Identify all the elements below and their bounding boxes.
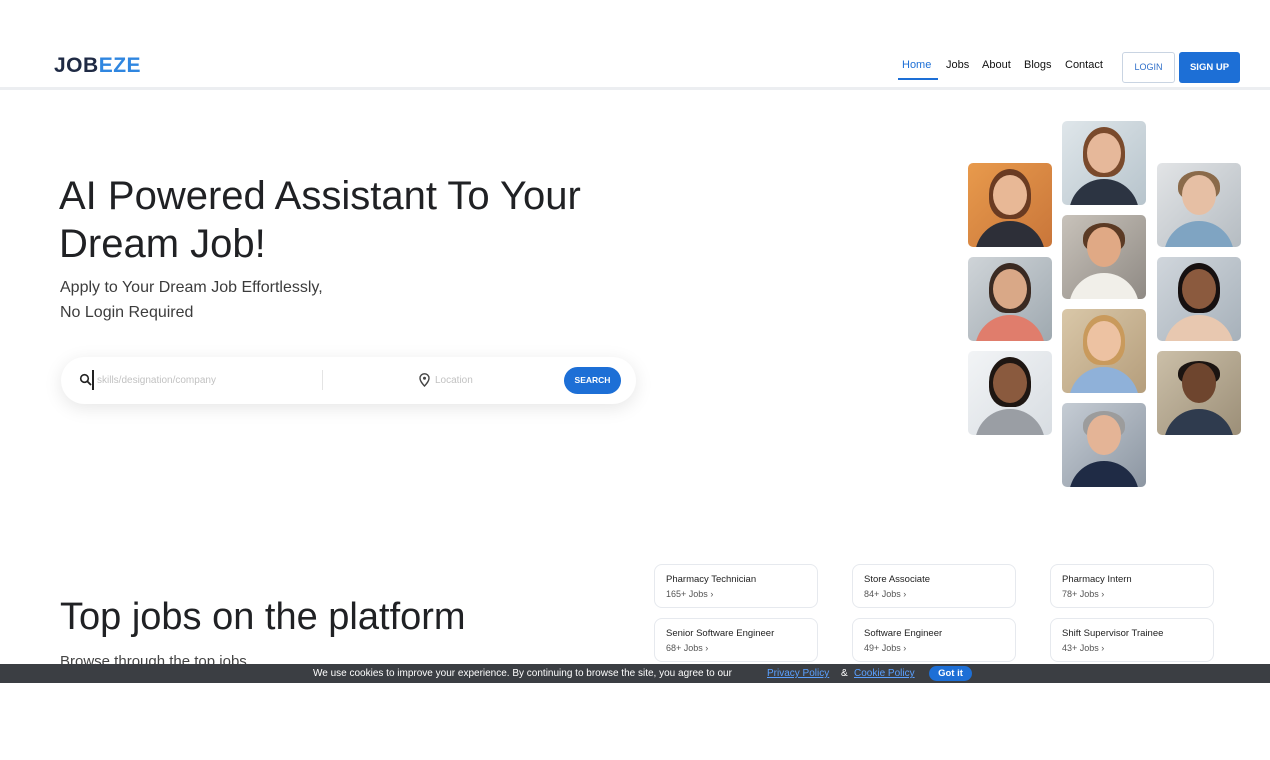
job-card[interactable]: Shift Supervisor Trainee 43+ Jobs › xyxy=(1050,618,1214,662)
job-card-title: Pharmacy Intern xyxy=(1062,574,1132,585)
search-button[interactable]: SEARCH xyxy=(564,367,621,394)
portrait-photo xyxy=(1062,121,1146,205)
job-card-title: Software Engineer xyxy=(864,628,943,639)
hero-title-line1: AI Powered Assistant To Your xyxy=(59,174,581,218)
job-card-count: 43+ Jobs › xyxy=(1062,643,1105,653)
privacy-policy-link[interactable]: Privacy Policy xyxy=(767,668,829,679)
cookie-policy-link[interactable]: Cookie Policy xyxy=(854,668,915,679)
job-card-count: 68+ Jobs › xyxy=(666,643,709,653)
chevron-right-icon: › xyxy=(710,589,714,599)
job-card[interactable]: Store Associate 84+ Jobs › xyxy=(852,564,1016,608)
nav-jobs[interactable]: Jobs xyxy=(946,59,969,71)
portrait-photo xyxy=(968,257,1052,341)
cookie-accept-button[interactable]: Got it xyxy=(929,666,972,681)
chevron-right-icon: › xyxy=(1101,589,1105,599)
signup-button[interactable]: SIGN UP xyxy=(1179,52,1240,83)
portrait-photo xyxy=(1157,163,1241,247)
job-card-count: 84+ Jobs › xyxy=(864,589,907,599)
chevron-right-icon: › xyxy=(705,643,709,653)
nav-home[interactable]: Home xyxy=(902,59,931,71)
search-divider xyxy=(322,370,323,390)
portrait-photo xyxy=(968,163,1052,247)
keyword-search-input[interactable] xyxy=(92,370,312,390)
job-card[interactable]: Pharmacy Intern 78+ Jobs › xyxy=(1050,564,1214,608)
job-card-count: 165+ Jobs › xyxy=(666,589,714,599)
top-jobs-title: Top jobs on the platform xyxy=(60,596,466,638)
nav-about[interactable]: About xyxy=(982,59,1011,71)
hero-title: AI Powered Assistant To Your Dream Job! xyxy=(59,172,619,268)
location-pin-icon xyxy=(419,373,430,387)
logo[interactable]: JOBEZE xyxy=(54,54,141,78)
hero-subtitle-line2: No Login Required xyxy=(60,304,194,321)
nav-blogs[interactable]: Blogs xyxy=(1024,59,1052,71)
logo-text-part2: EZE xyxy=(98,54,142,77)
portrait-photo xyxy=(1062,215,1146,299)
hero-subtitle-line1: Apply to Your Dream Job Effortlessly, xyxy=(60,279,323,296)
job-search-bar: SEARCH xyxy=(61,357,636,404)
portrait-photo xyxy=(1157,351,1241,435)
portrait-photo xyxy=(968,351,1052,435)
job-card-count: 49+ Jobs › xyxy=(864,643,907,653)
logo-text-part1: JOB xyxy=(54,54,99,77)
job-card[interactable]: Software Engineer 49+ Jobs › xyxy=(852,618,1016,662)
nav-active-indicator xyxy=(898,78,938,80)
job-card-title: Pharmacy Technician xyxy=(666,574,757,585)
search-icon xyxy=(79,373,92,386)
hero-subtitle: Apply to Your Dream Job Effortlessly, No… xyxy=(60,275,323,325)
chevron-right-icon: › xyxy=(903,589,907,599)
cookie-message: We use cookies to improve your experienc… xyxy=(313,668,732,679)
cookie-separator: & xyxy=(841,668,848,679)
job-card[interactable]: Pharmacy Technician 165+ Jobs › xyxy=(654,564,818,608)
portrait-photo xyxy=(1062,403,1146,487)
portrait-photo xyxy=(1062,309,1146,393)
login-button[interactable]: LOGIN xyxy=(1122,52,1175,83)
chevron-right-icon: › xyxy=(1101,643,1105,653)
job-card-title: Senior Software Engineer xyxy=(666,628,775,639)
hero-title-line2: Dream Job! xyxy=(59,222,266,266)
job-card-count: 78+ Jobs › xyxy=(1062,589,1105,599)
job-card-title: Store Associate xyxy=(864,574,931,585)
nav-contact[interactable]: Contact xyxy=(1065,59,1103,71)
portrait-photo xyxy=(1157,257,1241,341)
location-input[interactable] xyxy=(435,370,555,390)
chevron-right-icon: › xyxy=(903,643,907,653)
cookie-consent-bar: We use cookies to improve your experienc… xyxy=(0,664,1270,683)
job-card[interactable]: Senior Software Engineer 68+ Jobs › xyxy=(654,618,818,662)
job-card-title: Shift Supervisor Trainee xyxy=(1062,628,1164,639)
site-header: JOBEZE Home Jobs About Blogs Contact LOG… xyxy=(0,40,1270,90)
